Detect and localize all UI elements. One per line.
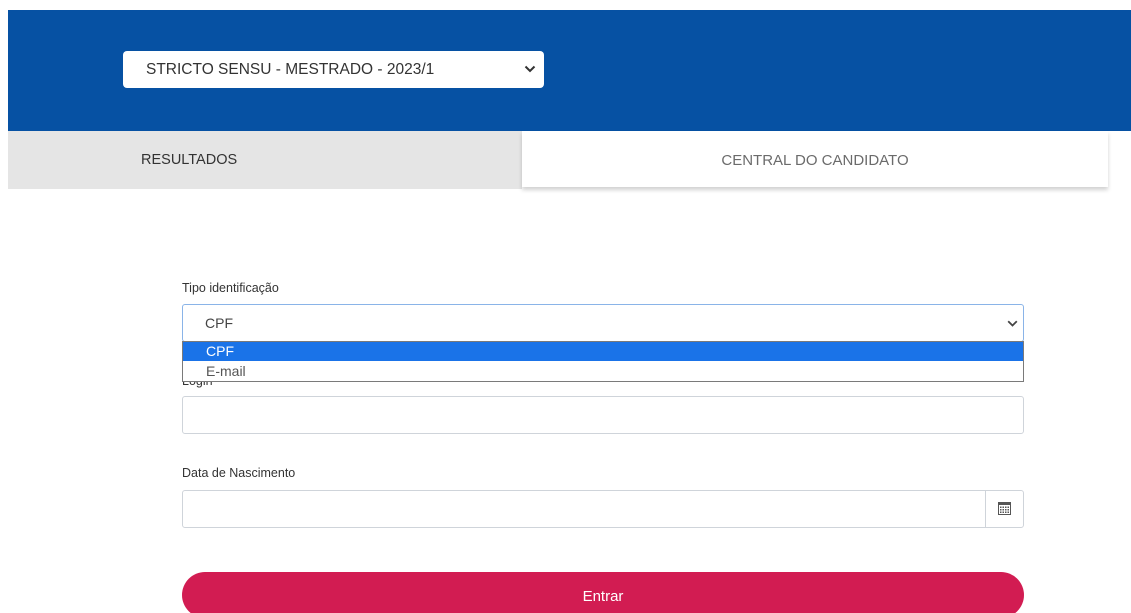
tipo-identificacao-dropdown: CPF E-mail (182, 341, 1024, 382)
entrar-button[interactable]: Entrar (182, 572, 1024, 613)
option-email[interactable]: E-mail (183, 362, 1023, 381)
tipo-identificacao-select[interactable]: CPF (182, 304, 1024, 342)
data-nascimento-label: Data de Nascimento (182, 466, 296, 480)
chevron-down-icon (524, 65, 536, 73)
chevron-down-icon (1007, 320, 1018, 327)
calendar-button[interactable] (985, 491, 1023, 527)
tipo-identificacao-value: CPF (205, 315, 233, 331)
program-select-value: STRICTO SENSU - MESTRADO - 2023/1 (146, 60, 435, 78)
tab-central-do-candidato[interactable]: CENTRAL DO CANDIDATO (522, 131, 1108, 187)
tab-bar: RESULTADOS CENTRAL DO CANDIDATO (8, 131, 1131, 189)
option-cpf[interactable]: CPF (183, 342, 1023, 361)
calendar-icon (998, 502, 1011, 515)
data-nascimento-input[interactable] (182, 490, 1024, 528)
tab-resultados[interactable]: RESULTADOS (8, 131, 522, 189)
page: STRICTO SENSU - MESTRADO - 2023/1 RESULT… (0, 0, 1131, 613)
program-select[interactable]: STRICTO SENSU - MESTRADO - 2023/1 (123, 51, 544, 88)
tipo-identificacao-label: Tipo identificação (182, 281, 279, 295)
tab-resultados-label: RESULTADOS (141, 152, 238, 168)
entrar-button-label: Entrar (582, 588, 624, 605)
login-input[interactable] (182, 396, 1024, 434)
tab-central-label: CENTRAL DO CANDIDATO (721, 152, 909, 169)
